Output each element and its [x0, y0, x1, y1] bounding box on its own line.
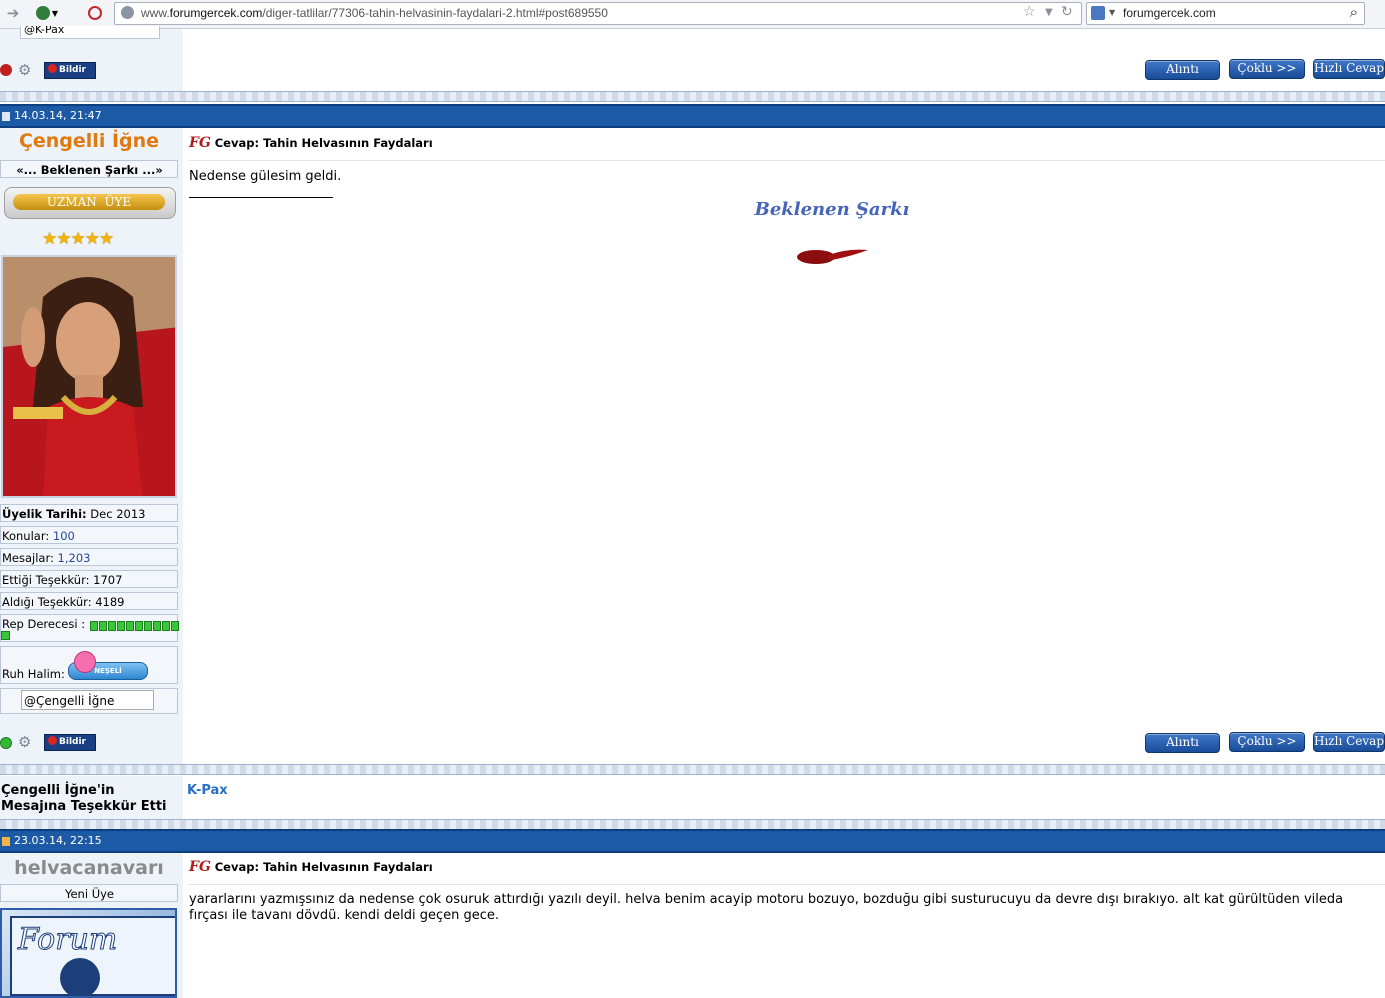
post-body: Nedense gülesim geldi.: [189, 169, 342, 184]
site-identity-icon[interactable]: [121, 6, 134, 19]
thanker-link[interactable]: K-Pax: [187, 783, 228, 798]
messages-row: Mesajlar: 1,203: [0, 548, 178, 566]
post-username[interactable]: Çengelli İğne: [0, 130, 178, 152]
messages-count-link[interactable]: 1,203: [58, 551, 91, 565]
post-separator: [0, 764, 1385, 775]
user-avatar[interactable]: Forum: [0, 908, 177, 998]
report-button[interactable]: Bildir: [44, 62, 96, 79]
post-date-bar: 14.03.14, 21:47: [0, 104, 1385, 128]
rep-block-icon: [144, 621, 152, 631]
rep-meter: [90, 620, 180, 634]
rep-block-icon: [1, 631, 10, 640]
rank-badge: UZMAN ÜYE: [4, 187, 176, 219]
bookmark-star-icon[interactable]: ☆: [1023, 4, 1036, 20]
rank-stars-icon: ★★★★★: [42, 229, 114, 249]
post-body: yararlarını yazmışsınız da nedense çok o…: [189, 892, 1344, 923]
search-bar[interactable]: ▼ forumgercek.com ⌕: [1086, 2, 1365, 25]
multi-quote-button[interactable]: Çoklu >>: [1229, 59, 1305, 79]
user-profile-icon[interactable]: ⚙: [18, 733, 31, 751]
smiley-icon: [74, 651, 96, 673]
rep-block-icon: [99, 621, 107, 631]
url-text[interactable]: www.forumgercek.com/diger-tatlilar/77306…: [141, 6, 608, 20]
title-divider: [189, 160, 1385, 161]
history-dropdown-icon[interactable]: ▼: [1045, 7, 1053, 18]
user-avatar[interactable]: [1, 255, 177, 498]
title-divider: [189, 884, 1385, 885]
thanks-received-row: Aldığı Teşekkür: 4189: [0, 592, 178, 610]
engine-dropdown-icon[interactable]: ▼: [1109, 8, 1115, 17]
user-title: Yeni Üye: [0, 884, 178, 902]
quick-reply-button[interactable]: Hızlı Cevap: [1313, 732, 1385, 752]
online-status-icon: [0, 737, 12, 749]
signature-text: Beklenen Şarkı: [754, 199, 910, 220]
post-title-row: FG Cevap: Tahin Helvasının Faydaları: [189, 859, 433, 875]
search-engine-icon[interactable]: [1091, 6, 1105, 20]
post-title: Cevap: Tahin Helvasının Faydaları: [214, 860, 433, 874]
signature-field[interactable]: @Çengelli İğne: [21, 690, 154, 710]
forum-logo-icon: FG: [189, 135, 211, 151]
avatar-figure-icon: [60, 958, 100, 996]
thanks-given-row: Ettiği Teşekkür: 1707: [0, 570, 178, 588]
rep-block-icon: [126, 621, 134, 631]
rep-block-icon: [162, 621, 170, 631]
offline-status-icon: [0, 64, 12, 76]
search-input[interactable]: forumgercek.com: [1123, 6, 1216, 20]
security-addon-icon[interactable]: [84, 3, 106, 23]
post-date: 23.03.14, 22:15: [14, 834, 102, 847]
post-title-row: FG Cevap: Tahin Helvasının Faydaları: [189, 135, 433, 151]
join-date-row: Üyelik Tarihi: Dec 2013: [0, 504, 178, 522]
user-title: «... Beklenen Şarkı ...»: [0, 160, 178, 178]
post-separator: [0, 91, 1385, 102]
rep-block-icon: [153, 621, 161, 631]
topics-count-link[interactable]: 100: [53, 529, 75, 543]
forum-logo-icon: FG: [189, 859, 211, 875]
quote-button[interactable]: Alıntı: [1145, 60, 1220, 80]
report-icon: [48, 64, 57, 73]
post-icon: [2, 111, 10, 121]
signature-divider: [189, 197, 333, 198]
addon-icon[interactable]: ▼: [36, 3, 58, 23]
rank-label: UZMAN ÜYE: [13, 194, 165, 210]
address-bar[interactable]: www.forumgercek.com/diger-tatlilar/77306…: [114, 2, 1082, 25]
avatar-text: Forum: [17, 922, 118, 958]
post-icon: [2, 836, 10, 846]
report-button[interactable]: Bildir: [44, 734, 96, 751]
thanks-label: Çengelli İğne'in Mesajına Teşekkür Etti: [1, 783, 167, 814]
rep-block-icon: [90, 621, 98, 631]
browser-toolbar: ➔ ▼ www.forumgercek.com/diger-tatlilar/7…: [0, 0, 1385, 29]
rep-block-icon: [171, 621, 179, 631]
post-username[interactable]: helvacanavarı: [0, 857, 178, 879]
reload-icon[interactable]: ↻: [1061, 4, 1073, 20]
post-date: 14.03.14, 21:47: [14, 109, 102, 122]
post-title: Cevap: Tahin Helvasının Faydaları: [214, 136, 433, 150]
rose-petal-icon: [797, 249, 868, 264]
rep-block-icon: [108, 621, 116, 631]
search-icon[interactable]: ⌕: [1350, 3, 1358, 21]
topics-row: Konular: 100: [0, 526, 178, 544]
avatar-image: [3, 257, 175, 496]
multi-quote-button[interactable]: Çoklu >>: [1229, 732, 1305, 752]
avatar-frame: Forum: [10, 916, 175, 996]
quote-button[interactable]: Alıntı: [1145, 733, 1220, 753]
rep-block-icon: [135, 621, 143, 631]
user-profile-icon[interactable]: ⚙: [18, 61, 31, 79]
post-date-bar: 23.03.14, 22:15: [0, 829, 1385, 853]
report-icon: [48, 736, 57, 745]
forward-arrow-icon[interactable]: ➔: [2, 3, 24, 23]
rep-block-icon: [117, 621, 125, 631]
quick-reply-button[interactable]: Hızlı Cevap: [1313, 59, 1385, 79]
prev-signature-field[interactable]: @K-Pax: [20, 26, 160, 39]
